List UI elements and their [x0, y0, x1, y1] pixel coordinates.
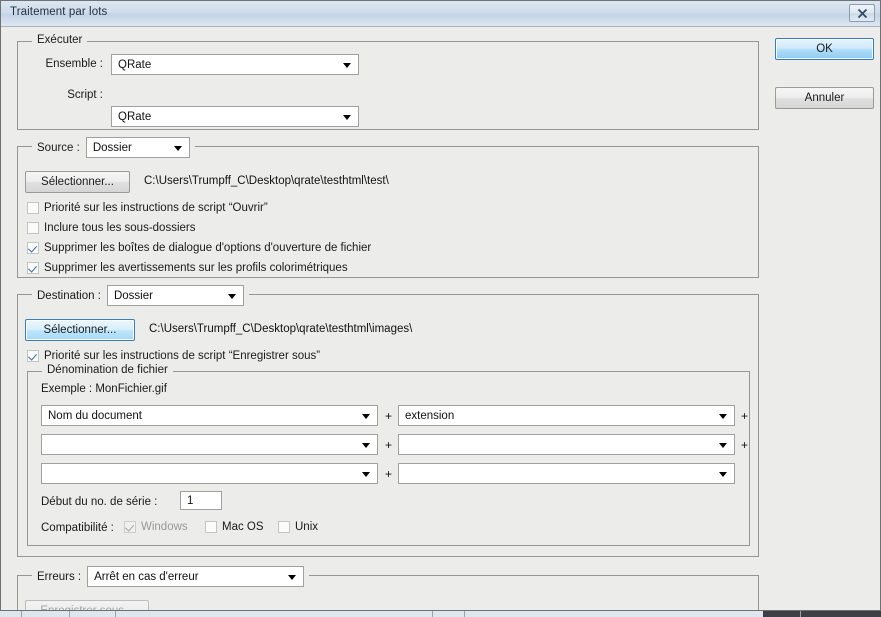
serial-label: Début du no. de série : — [41, 496, 158, 508]
naming-row-0-right-value: extension — [405, 409, 455, 422]
serial-input[interactable]: 1 — [180, 491, 222, 510]
script-combobox-value: QRate — [118, 110, 152, 123]
source-option-3-label: Supprimer les avertissements sur les pro… — [44, 262, 348, 274]
compat-macos[interactable]: Mac OS — [205, 521, 264, 533]
file-naming-group: Dénomination de fichier Exemple : MonFic… — [27, 364, 750, 546]
taskbar-strip — [0, 610, 881, 617]
naming-row-0-plus-end: + — [741, 409, 749, 423]
source-option-3[interactable]: Supprimer les avertissements sur les pro… — [27, 262, 348, 274]
destination-group: Destination : Dossier Sélectionner... C:… — [17, 285, 759, 557]
compat-windows: Windows — [124, 521, 188, 533]
checkbox[interactable] — [27, 350, 39, 362]
source-option-1-label: Inclure tous les sous-dossiers — [44, 222, 196, 234]
chevron-down-icon — [362, 413, 370, 419]
taskbar-segment — [405, 611, 433, 617]
compat-windows-label: Windows — [141, 521, 188, 533]
naming-row-1-plus: + — [385, 438, 393, 452]
naming-row-0-left-combobox[interactable]: Nom du document — [41, 405, 378, 426]
chevron-down-icon — [362, 471, 370, 477]
chevron-down-icon — [719, 471, 727, 477]
compat-unix-label: Unix — [295, 521, 319, 533]
chevron-down-icon — [288, 574, 297, 580]
chevron-down-icon — [343, 62, 351, 68]
script-combobox[interactable]: QRate — [111, 106, 359, 127]
naming-row-1-left-combobox[interactable] — [41, 434, 378, 455]
chevron-down-icon — [719, 413, 727, 419]
checkbox[interactable] — [27, 202, 39, 214]
destination-label: Destination : — [37, 289, 101, 302]
close-button[interactable] — [849, 4, 875, 22]
chevron-down-icon — [343, 114, 351, 120]
source-combobox[interactable]: Dossier — [85, 137, 190, 158]
source-choose-button[interactable]: Sélectionner... — [25, 171, 130, 193]
dialog-body: OK Annuler Exécuter Ensemble : QRate Scr… — [1, 27, 880, 617]
destination-group-header: Destination : Dossier — [32, 285, 249, 306]
source-option-0[interactable]: Priorité sur les instructions de script … — [27, 202, 268, 214]
chevron-down-icon — [719, 442, 727, 448]
taskbar-segment — [433, 611, 465, 617]
taskbar-segment-active — [801, 611, 881, 617]
taskbar-segment — [70, 611, 116, 617]
source-option-2[interactable]: Supprimer les boîtes de dialogue d'optio… — [27, 242, 371, 254]
errors-combobox-value: Arrêt en cas d'erreur — [94, 570, 199, 583]
destination-override-label: Priorité sur les instructions de script … — [44, 350, 321, 362]
naming-row-0-left-value: Nom du document — [48, 409, 142, 422]
file-naming-group-label: Dénomination de fichier — [42, 364, 173, 376]
source-group-header: Source : Dossier — [32, 137, 195, 158]
taskbar-segment — [0, 611, 22, 617]
source-path: C:\Users\Trumpff_C\Desktop\qrate\testhtm… — [144, 175, 389, 187]
execute-group: Exécuter Ensemble : QRate Script : QRate — [17, 34, 759, 130]
source-option-0-label: Priorité sur les instructions de script … — [44, 202, 268, 214]
close-icon — [850, 5, 874, 21]
set-combobox-value: QRate — [118, 58, 152, 71]
batch-dialog-window: Traitement par lots OK Annuler Exécuter … — [0, 0, 881, 617]
checkbox — [124, 521, 136, 533]
cancel-button[interactable]: Annuler — [775, 87, 874, 109]
destination-override-option[interactable]: Priorité sur les instructions de script … — [27, 350, 320, 362]
chevron-down-icon — [362, 442, 370, 448]
naming-row-2-right-combobox[interactable] — [398, 463, 735, 484]
errors-label: Erreurs : — [37, 570, 82, 583]
set-combobox[interactable]: QRate — [111, 54, 359, 75]
naming-row-0-plus: + — [385, 409, 393, 423]
taskbar-segment-active — [763, 611, 801, 617]
chevron-down-icon — [227, 293, 236, 299]
naming-row-1-plus-end: + — [741, 438, 749, 452]
file-naming-example: Exemple : MonFichier.gif — [41, 383, 167, 395]
source-option-1[interactable]: Inclure tous les sous-dossiers — [27, 222, 195, 234]
source-label: Source : — [37, 141, 80, 154]
compat-macos-label: Mac OS — [222, 521, 264, 533]
compat-label: Compatibilité : — [41, 522, 114, 534]
script-label: Script : — [67, 89, 103, 101]
destination-choose-button[interactable]: Sélectionner... — [25, 319, 135, 341]
errors-group-header: Erreurs : Arrêt en cas d'erreur — [32, 566, 310, 587]
ok-button[interactable]: OK — [775, 38, 874, 60]
naming-row-1-right-combobox[interactable] — [398, 434, 735, 455]
naming-row-2-plus: + — [385, 467, 393, 481]
window-title: Traitement par lots — [10, 6, 108, 18]
execute-group-label: Exécuter — [32, 34, 88, 46]
checkbox[interactable] — [27, 262, 39, 274]
screen: Traitement par lots OK Annuler Exécuter … — [0, 0, 881, 617]
destination-path: C:\Users\Trumpff_C\Desktop\qrate\testhtm… — [149, 323, 413, 335]
checkbox[interactable] — [27, 242, 39, 254]
source-option-2-label: Supprimer les boîtes de dialogue d'optio… — [44, 242, 372, 254]
naming-row-0-right-combobox[interactable]: extension — [398, 405, 735, 426]
source-combobox-value: Dossier — [92, 141, 132, 154]
chevron-down-icon — [173, 145, 182, 151]
set-label: Ensemble : — [45, 58, 103, 70]
destination-combobox-value: Dossier — [113, 289, 153, 302]
taskbar-segment — [22, 611, 70, 617]
errors-combobox[interactable]: Arrêt en cas d'erreur — [87, 566, 305, 587]
naming-row-2-left-combobox[interactable] — [41, 463, 378, 484]
destination-combobox[interactable]: Dossier — [106, 285, 244, 306]
checkbox[interactable] — [205, 521, 217, 533]
compat-unix[interactable]: Unix — [278, 521, 318, 533]
title-bar: Traitement par lots — [1, 1, 880, 27]
checkbox[interactable] — [278, 521, 290, 533]
source-group: Source : Dossier Sélectionner... C:\User… — [17, 137, 759, 278]
checkbox[interactable] — [27, 222, 39, 234]
